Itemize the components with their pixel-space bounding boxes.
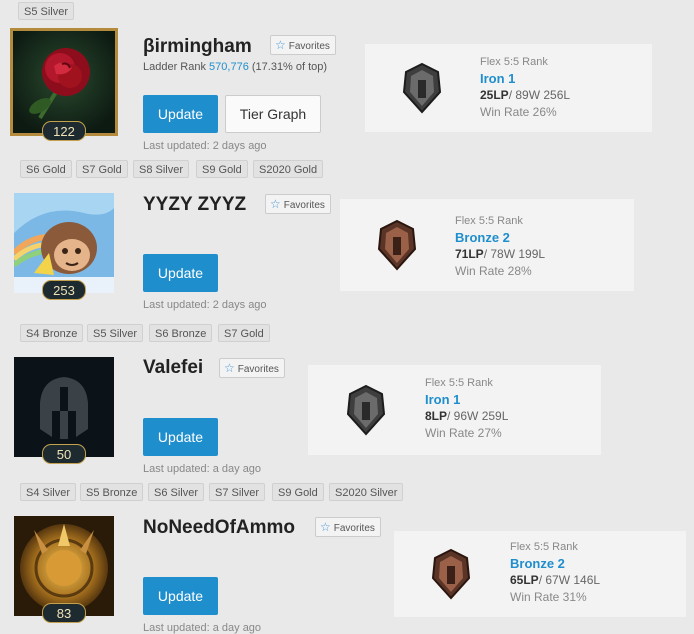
star-outline-icon: ☆ — [224, 361, 235, 375]
season-tag: S6 Gold — [20, 160, 72, 178]
tier-graph-button[interactable]: Tier Graph — [225, 95, 321, 133]
season-tag: S7 Gold — [76, 160, 128, 178]
lp-record: 65LP/ 67W 146L — [510, 573, 601, 587]
iron-emblem-icon — [402, 62, 442, 114]
iron-emblem-icon — [346, 384, 386, 436]
summoner-name[interactable]: Valefei — [143, 357, 203, 379]
profile-card: 122 βirmingham ☆ Favorites Ladder Rank 57… — [0, 0, 694, 634]
season-tag: S7 Gold — [218, 324, 270, 342]
profile-icon — [14, 357, 114, 457]
season-tag: S8 Silver — [133, 160, 190, 178]
season-tag: S6 Bronze — [149, 324, 213, 342]
level-badge: 253 — [42, 280, 86, 300]
season-tag: S4 Silver — [20, 483, 77, 501]
season-tag: S5 Bronze — [80, 483, 144, 501]
tier-label[interactable]: Bronze 2 — [510, 555, 600, 572]
golden-emblem-icon — [14, 516, 114, 616]
favorites-button[interactable]: ☆ Favorites — [315, 517, 381, 537]
update-button[interactable]: Update — [143, 95, 218, 133]
season-tag: S2020 Gold — [253, 160, 324, 178]
bronze-emblem-icon — [431, 548, 471, 600]
star-outline-icon: ☆ — [270, 197, 281, 211]
rank-box: Flex 5:5 Rank Iron 1 25LP/ 89W 256L Win … — [365, 44, 652, 132]
summoner-name[interactable]: βirmingham — [143, 36, 252, 58]
win-rate: Win Rate 28% — [455, 264, 532, 278]
season-tag: S9 Gold — [196, 160, 248, 178]
win-rate: Win Rate 26% — [480, 105, 557, 119]
rank-box: Flex 5:5 Rank Iron 1 8LP/ 96W 259L Win R… — [308, 365, 601, 455]
update-button[interactable]: Update — [143, 254, 218, 292]
season-tag: S5 Silver — [87, 324, 144, 342]
update-button[interactable]: Update — [143, 577, 218, 615]
default-helmet-icon — [14, 357, 114, 457]
season-tag: S6 Silver — [148, 483, 205, 501]
profile-icon — [14, 193, 114, 293]
queue-type: Flex 5:5 Rank — [455, 215, 523, 227]
lp-record: 71LP/ 78W 199L — [455, 247, 546, 261]
update-button[interactable]: Update — [143, 418, 218, 456]
last-updated: Last updated: a day ago — [143, 463, 262, 475]
queue-type: Flex 5:5 Rank — [480, 56, 548, 68]
season-tag: S7 Silver — [209, 483, 266, 501]
favorites-button[interactable]: ☆ Favorites — [270, 35, 336, 55]
ladder-rank-link[interactable]: 570,776 — [209, 61, 249, 73]
tier-label[interactable]: Bronze 2 — [455, 229, 545, 246]
win-rate: Win Rate 27% — [425, 426, 502, 440]
level-badge: 83 — [42, 603, 86, 623]
last-updated: Last updated: a day ago — [143, 622, 262, 634]
level-badge: 122 — [42, 121, 86, 141]
summoner-name[interactable]: NoNeedOfAmmo — [143, 517, 295, 539]
season-tag: S2020 Silver — [329, 483, 404, 501]
win-rate: Win Rate 31% — [510, 590, 587, 604]
star-outline-icon: ☆ — [275, 38, 286, 52]
ladder-rank: Ladder Rank 570,776 (17.31% of top) — [143, 61, 328, 73]
bronze-emblem-icon — [377, 219, 417, 271]
rank-box: Flex 5:5 Rank Bronze 2 65LP/ 67W 146L Wi… — [394, 531, 686, 617]
profile-icon — [10, 28, 118, 136]
level-badge: 50 — [42, 444, 86, 464]
star-outline-icon: ☆ — [320, 520, 331, 534]
queue-type: Flex 5:5 Rank — [425, 377, 493, 389]
rose-icon — [10, 28, 118, 136]
favorites-button[interactable]: ☆ Favorites — [265, 194, 331, 214]
season-tag: S4 Bronze — [20, 324, 84, 342]
lp-record: 25LP/ 89W 256L — [480, 88, 571, 102]
summoner-name[interactable]: YYZY ZYYZ — [143, 194, 246, 216]
last-updated: Last updated: 2 days ago — [143, 299, 267, 311]
champion-portrait-icon — [14, 193, 114, 293]
lp-record: 8LP/ 96W 259L — [425, 409, 509, 423]
tier-label[interactable]: Iron 1 — [480, 70, 570, 87]
favorites-button[interactable]: ☆ Favorites — [219, 358, 285, 378]
season-tag: S9 Gold — [272, 483, 324, 501]
tier-label[interactable]: Iron 1 — [425, 391, 508, 408]
profile-icon — [14, 516, 114, 616]
last-updated: Last updated: 2 days ago — [143, 140, 267, 152]
queue-type: Flex 5:5 Rank — [510, 541, 578, 553]
rank-box: Flex 5:5 Rank Bronze 2 71LP/ 78W 199L Wi… — [340, 199, 634, 291]
